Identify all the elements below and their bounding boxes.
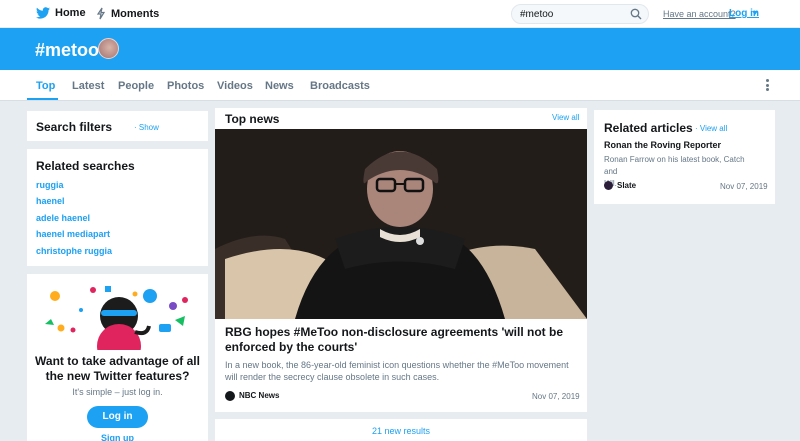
top-news-view-all-link[interactable]: View all	[552, 113, 579, 122]
active-tab-indicator	[27, 98, 58, 100]
news-headline[interactable]: RBG hopes #MeToo non-disclosure agreemen…	[225, 325, 575, 355]
promo-illustration	[45, 286, 188, 350]
related-search-link[interactable]: christophe ruggia	[36, 246, 112, 256]
top-news-card[interactable]: Top news View all RBG hopes #MeToo non-d…	[215, 108, 587, 412]
tab-latest[interactable]: Latest	[72, 80, 104, 92]
news-summary-line: In a new book, the 86-year-old feminist …	[225, 360, 569, 370]
related-search-link[interactable]: haenel mediapart	[36, 229, 110, 239]
more-options-icon[interactable]	[766, 79, 770, 91]
search-filters-title: Search filters	[36, 120, 113, 134]
slate-logo-icon	[604, 181, 613, 190]
tab-news[interactable]: News	[265, 80, 294, 92]
top-nav: Home Moments Have an account? Log in	[0, 0, 800, 28]
nav-home-label: Home	[55, 7, 86, 19]
news-source[interactable]: NBC News	[239, 391, 279, 400]
lightning-icon	[96, 7, 106, 20]
news-date: Nov 07, 2019	[532, 392, 580, 401]
news-headline-line: enforced by the courts'	[225, 340, 358, 354]
search-input[interactable]	[520, 7, 630, 22]
search-box	[511, 4, 649, 24]
related-searches-card: Related searches ruggia haenel adele hae…	[27, 149, 208, 266]
tab-people[interactable]: People	[118, 80, 154, 92]
related-articles-card: Related articles · View all Ronan the Ro…	[594, 110, 775, 204]
news-photo[interactable]	[215, 129, 587, 319]
search-icon[interactable]	[630, 8, 642, 20]
news-photo-art	[215, 129, 587, 319]
hashtag-title: #metoo	[35, 40, 100, 60]
search-tabs: Top Latest People Photos Videos News Bro…	[0, 70, 800, 101]
related-search-link[interactable]: haenel	[36, 196, 65, 206]
news-summary: In a new book, the 86-year-old feminist …	[225, 359, 580, 383]
news-summary-line: will render the secrecy clause obsolete …	[225, 372, 440, 382]
top-news-title: Top news	[225, 112, 280, 126]
nav-moments-label: Moments	[111, 7, 160, 20]
search-banner: #metoo	[0, 28, 800, 70]
related-search-link[interactable]: ruggia	[36, 180, 64, 190]
article-date: Nov 07, 2019	[720, 182, 768, 191]
account-prompt: Have an account?	[663, 9, 736, 19]
nbc-news-logo-icon	[225, 391, 235, 401]
nav-home[interactable]: Home	[36, 7, 86, 19]
related-searches-title: Related searches	[36, 159, 135, 173]
promo-signup-link[interactable]: Sign up	[27, 433, 208, 441]
chevron-down-icon[interactable]	[752, 11, 758, 15]
tab-videos[interactable]: Videos	[217, 80, 253, 92]
hashtag-emoji-icon	[98, 38, 119, 59]
related-search-link[interactable]: adele haenel	[36, 213, 90, 223]
tab-top[interactable]: Top	[36, 80, 55, 92]
promo-heading-line: the new Twitter features?	[45, 369, 190, 383]
new-results-label: 21 new results	[371, 426, 431, 436]
article-description-line: Ronan Farrow on his latest book, Catch a…	[604, 155, 745, 176]
related-articles-view-all-link[interactable]: · View all	[695, 124, 727, 133]
promo-subtext: It's simple – just log in.	[72, 387, 163, 397]
new-results-bar[interactable]: 21 new results	[215, 419, 587, 441]
promo-heading: Want to take advantage of all the new Tw…	[27, 354, 208, 384]
twitter-bird-icon	[36, 7, 50, 19]
login-promo-card: Want to take advantage of all the new Tw…	[27, 274, 208, 441]
promo-heading-line: Want to take advantage of all	[35, 354, 200, 368]
news-headline-line: RBG hopes #MeToo non-disclosure agreemen…	[225, 325, 564, 339]
search-filters-show-link[interactable]: · Show	[134, 123, 159, 132]
related-articles-title: Related articles	[604, 121, 693, 135]
nav-moments[interactable]: Moments	[96, 7, 159, 20]
search-filters-card: Search filters · Show	[27, 111, 208, 141]
tab-photos[interactable]: Photos	[167, 80, 204, 92]
article-source[interactable]: Slate	[617, 181, 636, 190]
tab-broadcasts[interactable]: Broadcasts	[310, 80, 370, 92]
promo-login-button[interactable]: Log in	[87, 406, 148, 428]
article-title[interactable]: Ronan the Roving Reporter	[604, 140, 721, 150]
